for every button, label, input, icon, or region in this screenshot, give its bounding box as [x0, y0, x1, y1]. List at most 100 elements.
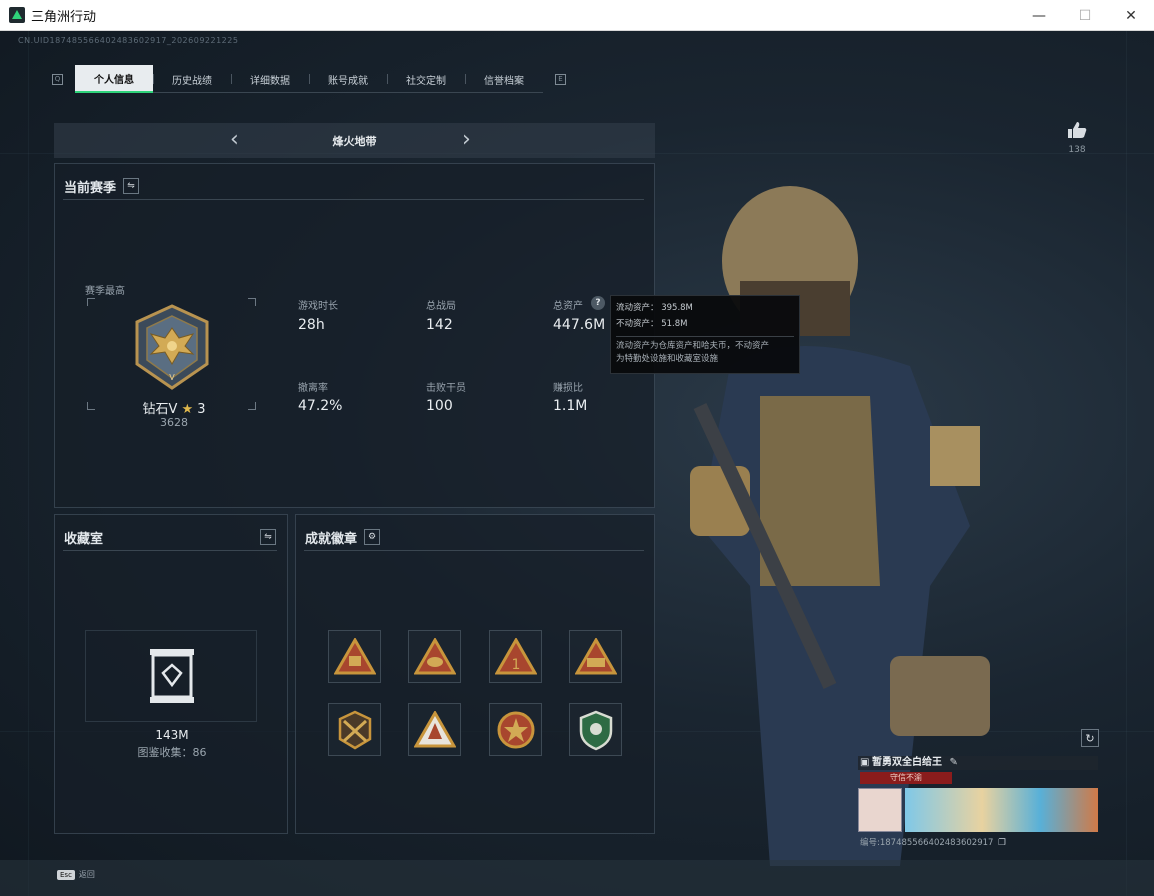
frame-corner: [87, 298, 95, 306]
achievements-title: 成就徽章: [305, 532, 358, 547]
tooltip-desc-1: 流动资产为仓库资产和哈夫币，不动资产: [616, 341, 770, 351]
thumbs-up-icon: [1068, 122, 1087, 138]
tab-detailed-data[interactable]: 详细数据: [231, 65, 309, 93]
rank-star-icon: ★: [181, 402, 194, 417]
collection-panel: 收藏室 ⇋ 143M 图鉴收集：86: [54, 514, 288, 834]
esc-key: Esc: [57, 869, 75, 880]
panel-divider: [304, 550, 644, 551]
close-button[interactable]: ✕: [1108, 0, 1154, 31]
back-button[interactable]: Esc 返回: [57, 869, 95, 880]
badge-slot[interactable]: [569, 630, 622, 683]
display-case-icon: [150, 649, 194, 703]
tab-strip: 个人信息 历史战绩 详细数据 账号成就 社交定制 信誉档案: [75, 65, 543, 93]
star-badge-icon: [497, 711, 534, 748]
assets-help-icon[interactable]: ?: [591, 296, 605, 310]
rank-label: 钻石V ★ 3: [139, 398, 209, 417]
season-switch-button[interactable]: ⇋: [123, 178, 139, 194]
window-title: 三角洲行动: [31, 9, 97, 25]
fixed-value: 51.8M: [661, 319, 688, 329]
stat-label-matches: 总战局: [426, 301, 456, 312]
mode-next-button[interactable]: ›: [462, 127, 471, 152]
tab-achievements[interactable]: 账号成就: [309, 65, 387, 93]
achievements-panel: 成就徽章 ⚙ 1: [295, 514, 655, 834]
tab-next-key[interactable]: E: [555, 73, 566, 85]
season-panel: 当前赛季 ⇋ 赛季最高 V 钻石V ★ 3 3628 游戏时长 28h 总战局 …: [54, 163, 655, 508]
edit-icon[interactable]: ✎: [949, 757, 957, 768]
tooltip-liquid-row: 流动资产： 395.8M: [616, 300, 794, 316]
tab-prev-key[interactable]: Q: [52, 73, 63, 85]
assets-tooltip: 流动资产： 395.8M 不动资产： 51.8M 流动资产为仓库资产和哈夫币，不…: [610, 295, 800, 374]
avatar: [858, 788, 902, 832]
tab-personal-info[interactable]: 个人信息: [75, 65, 153, 93]
rank-name: 钻石V: [142, 402, 178, 417]
badge-slot[interactable]: [408, 630, 461, 683]
frame-corner: [248, 298, 256, 306]
panel-divider: [63, 199, 644, 200]
mode-prev-button[interactable]: ‹: [230, 127, 239, 152]
mode-name: 烽火地带: [332, 134, 377, 148]
tooltip-desc-2: 为特勤处设施和收藏室设施: [616, 354, 719, 364]
stat-value-kills: 100: [426, 398, 453, 414]
stat-label-assets: 总资产: [553, 301, 583, 312]
fixed-label: 不动资产：: [616, 319, 659, 329]
like-widget[interactable]: 138: [1062, 121, 1092, 155]
stat-label-kills: 击败干员: [426, 383, 466, 394]
tab-history[interactable]: 历史战绩: [153, 65, 231, 93]
collection-value: 143M: [155, 728, 189, 742]
profile-tag: 守信不渝: [860, 772, 952, 784]
season-title: 当前赛季: [64, 181, 117, 196]
app-logo-icon: [9, 7, 25, 23]
tab-credit[interactable]: 信誉档案: [465, 65, 543, 93]
tab-social[interactable]: 社交定制: [387, 65, 465, 93]
triangle-badge-icon: [333, 637, 376, 674]
stat-value-matches: 142: [426, 317, 453, 333]
card-badge-icon: ▣: [860, 757, 870, 768]
badge-slot[interactable]: [569, 703, 622, 756]
profile-card[interactable]: ▣ 暂勇双全白给王 ✎ 守信不渝: [858, 756, 1098, 834]
helmet-badge-icon: [413, 637, 456, 674]
achievements-settings-button[interactable]: ⚙: [364, 529, 380, 545]
collection-switch-button[interactable]: ⇋: [260, 529, 276, 545]
squad-badge-icon: [574, 637, 617, 674]
badge-slot[interactable]: [328, 630, 381, 683]
panel-divider: [63, 550, 277, 551]
maximize-button[interactable]: ☐: [1062, 0, 1108, 31]
like-count: 138: [1068, 145, 1086, 155]
tooltip-divider: [616, 336, 794, 337]
rank-stars: 3: [197, 402, 206, 417]
rank-caption: 赛季最高: [85, 286, 125, 297]
collection-count: 图鉴收集：86: [137, 746, 207, 759]
tooltip-fixed-row: 不动资产： 51.8M: [616, 316, 794, 332]
svg-text:V: V: [169, 373, 175, 382]
top-tab-bar: Q 个人信息 历史战绩 详细数据 账号成就 社交定制 信誉档案 E: [52, 65, 566, 93]
profile-name-row: ▣ 暂勇双全白给王 ✎: [858, 756, 1098, 770]
stat-value-playtime: 28h: [298, 317, 325, 333]
svg-text:1: 1: [511, 657, 520, 673]
badge-slot[interactable]: [489, 703, 542, 756]
mode-selector: ‹ 烽火地带 ›: [54, 123, 655, 158]
stat-value-assets: 447.6M: [553, 317, 606, 333]
stat-label-profit-ratio: 赚损比: [553, 383, 583, 394]
player-uid: CN.UID1874855664024836029​17_20260922122…: [18, 36, 239, 45]
window-titlebar: 三角洲行动 — ☐ ✕: [0, 0, 1154, 31]
rank-points: 3628: [160, 416, 188, 429]
liquid-label: 流动资产：: [616, 303, 659, 313]
frame-corner: [87, 402, 95, 410]
profile-id: 编号:18748556640248360291​7 ❐: [860, 836, 1006, 848]
badge-slot[interactable]: [328, 703, 381, 756]
profile-name: 暂勇双全白给王: [872, 757, 942, 768]
bottom-bar: [0, 860, 1154, 896]
white-triangle-badge-icon: [413, 710, 456, 747]
stat-value-extract-rate: 47.2%: [298, 398, 343, 414]
stat-label-playtime: 游戏时长: [298, 301, 338, 312]
refresh-button[interactable]: ↻: [1081, 729, 1099, 747]
app-canvas: CN.UID1874855664024836029​17_20260922122…: [0, 31, 1154, 896]
badge-slot[interactable]: 1: [489, 630, 542, 683]
badge-slot[interactable]: [408, 703, 461, 756]
copy-icon[interactable]: ❐: [998, 838, 1006, 848]
rank-emblem-icon: V: [135, 304, 209, 390]
collection-title: 收藏室: [64, 532, 104, 547]
grid-line: [28, 31, 29, 896]
minimize-button[interactable]: —: [1016, 0, 1062, 31]
shield-badge-icon: [579, 710, 612, 750]
